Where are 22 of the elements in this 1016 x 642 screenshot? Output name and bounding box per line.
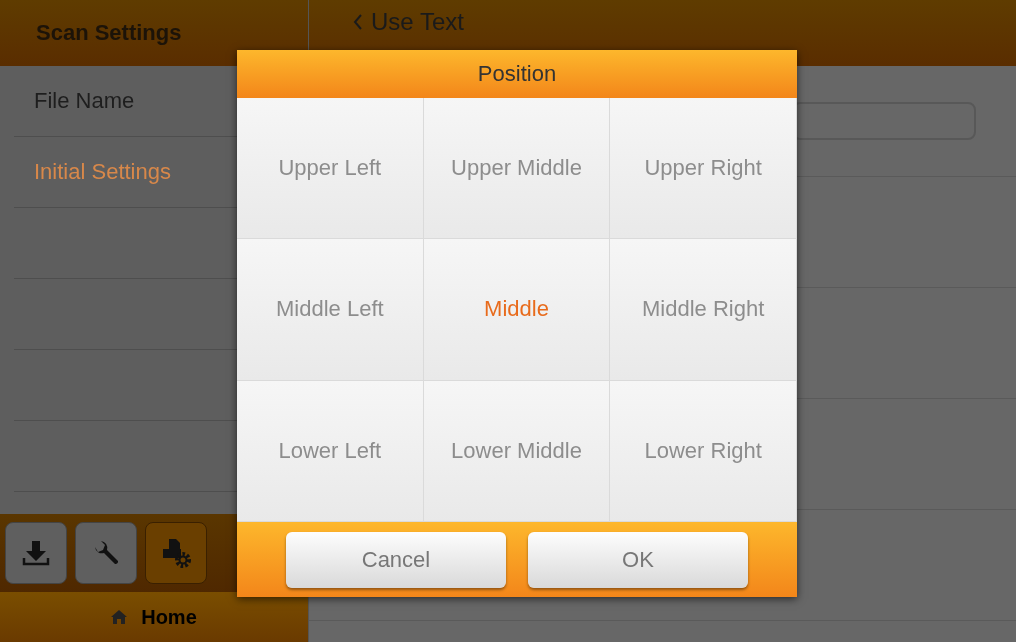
- cancel-button[interactable]: Cancel: [286, 531, 506, 588]
- position-option[interactable]: Upper Middle: [423, 98, 611, 240]
- home-icon: [111, 610, 128, 624]
- position-option[interactable]: Middle: [423, 239, 611, 381]
- back-button[interactable]: Use Text: [353, 8, 464, 36]
- position-option[interactable]: Lower Left: [237, 380, 424, 522]
- sidebar-title: Scan Settings: [36, 20, 182, 46]
- home-button[interactable]: Home: [0, 592, 308, 642]
- position-option[interactable]: Middle Right: [610, 239, 797, 381]
- dialog-title: Position: [237, 50, 797, 98]
- wrench-button[interactable]: [75, 522, 137, 584]
- position-option[interactable]: Lower Middle: [423, 380, 611, 522]
- position-option[interactable]: Upper Right: [610, 98, 797, 240]
- download-icon: [21, 538, 51, 568]
- position-option[interactable]: Middle Left: [237, 239, 424, 381]
- position-option[interactable]: Upper Left: [237, 98, 424, 240]
- position-option[interactable]: Lower Right: [610, 380, 797, 522]
- chevron-left-icon: [353, 13, 363, 31]
- scanner-gear-button[interactable]: [145, 522, 207, 584]
- download-button[interactable]: [5, 522, 67, 584]
- scanner-gear-icon: [160, 537, 192, 569]
- ok-button[interactable]: OK: [528, 531, 748, 588]
